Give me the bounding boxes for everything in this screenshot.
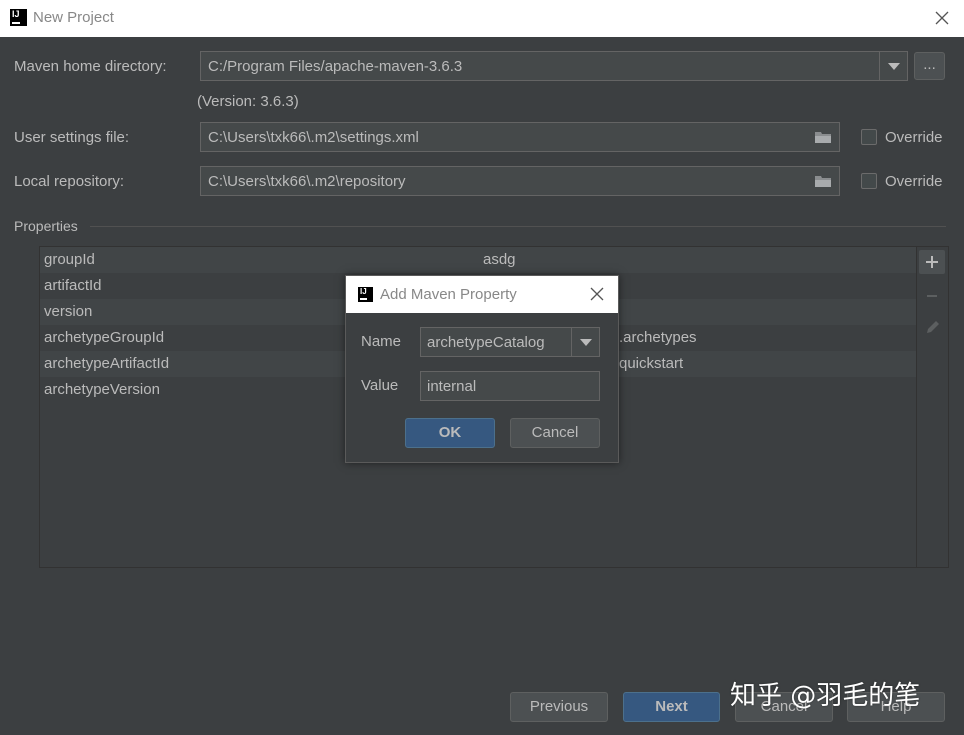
property-key: groupId	[44, 251, 95, 268]
dialog-value-field[interactable]: internal	[420, 371, 600, 401]
add-maven-property-dialog: IJ Add Maven Property Name archetypeCata…	[345, 275, 619, 463]
local-repo-value: C:\Users\txk66\.m2\repository	[208, 173, 406, 190]
remove-property-button[interactable]	[919, 284, 945, 308]
close-icon[interactable]	[589, 286, 605, 302]
property-key: archetypeVersion	[44, 381, 160, 398]
dialog-cancel-button[interactable]: Cancel	[510, 418, 600, 448]
zhihu-watermark: 知乎 @羽毛的笔	[730, 681, 921, 711]
folder-icon[interactable]	[814, 174, 832, 188]
dialog-name-label: Name	[361, 333, 402, 350]
table-row[interactable]: groupId asdg	[40, 247, 916, 273]
previous-button[interactable]: Previous	[510, 692, 608, 722]
properties-section-label: Properties	[14, 218, 78, 234]
local-repo-field[interactable]: C:\Users\txk66\.m2\repository	[200, 166, 840, 196]
next-button[interactable]: Next	[623, 692, 720, 722]
properties-toolbar	[917, 246, 949, 568]
user-settings-label: User settings file:	[14, 129, 130, 146]
user-settings-override-checkbox[interactable]	[861, 129, 877, 145]
local-repo-override-label[interactable]: Override	[885, 173, 943, 190]
property-key: artifactId	[44, 277, 102, 294]
maven-home-combobox[interactable]: C:/Program Files/apache-maven-3.6.3	[200, 51, 908, 81]
property-key: version	[44, 303, 93, 320]
property-value: quickstart	[619, 355, 684, 372]
dialog-name-value: archetypeCatalog	[427, 334, 545, 351]
window-title: New Project	[33, 9, 114, 26]
edit-property-button[interactable]	[919, 315, 945, 339]
pencil-icon	[927, 321, 939, 333]
browse-maven-home-button[interactable]: ...	[914, 52, 945, 80]
property-key: archetypeArtifactId	[44, 355, 170, 372]
folder-icon[interactable]	[814, 130, 832, 144]
plus-icon	[926, 256, 938, 268]
dialog-value-label: Value	[361, 377, 399, 394]
local-repo-label: Local repository:	[14, 173, 125, 190]
chevron-down-icon[interactable]	[571, 328, 599, 356]
maven-home-value: C:/Program Files/apache-maven-3.6.3	[208, 58, 463, 75]
intellij-app-icon: IJ	[358, 287, 373, 302]
close-icon[interactable]	[930, 6, 954, 30]
title-bar: IJ New Project	[0, 0, 964, 37]
property-key: archetypeGroupId	[44, 329, 165, 346]
maven-home-label: Maven home directory:	[14, 58, 167, 75]
user-settings-override-label[interactable]: Override	[885, 129, 943, 146]
dialog-name-combobox[interactable]: archetypeCatalog	[420, 327, 600, 357]
user-settings-value: C:\Users\txk66\.m2\settings.xml	[208, 129, 419, 146]
dialog-value-value: internal	[427, 378, 477, 395]
maven-version-note: (Version: 3.6.3)	[197, 93, 299, 110]
local-repo-override-checkbox[interactable]	[861, 173, 877, 189]
intellij-app-icon: IJ	[10, 9, 27, 26]
add-property-button[interactable]	[919, 250, 945, 274]
minus-icon	[927, 295, 937, 297]
property-value: .archetypes	[619, 329, 697, 346]
dialog-ok-button[interactable]: OK	[405, 418, 495, 448]
dialog-title-bar: IJ Add Maven Property	[346, 276, 618, 313]
property-value: asdg	[483, 251, 516, 268]
user-settings-field[interactable]: C:\Users\txk66\.m2\settings.xml	[200, 122, 840, 152]
dialog-title: Add Maven Property	[380, 286, 517, 303]
properties-separator	[90, 226, 946, 227]
chevron-down-icon[interactable]	[879, 52, 907, 80]
